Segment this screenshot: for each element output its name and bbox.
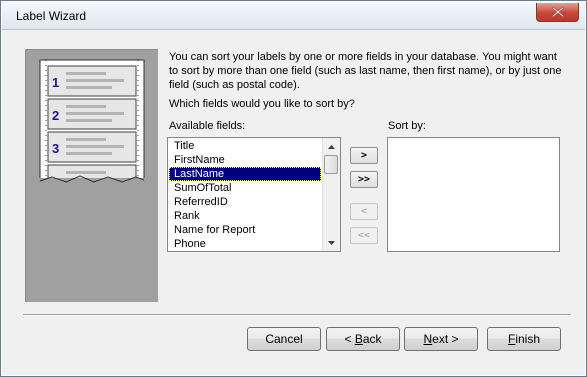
list-item[interactable]: Rank — [169, 209, 321, 223]
wizard-description: You can sort your labels by one or more … — [169, 51, 562, 91]
cancel-button[interactable]: Cancel — [247, 327, 321, 351]
list-item[interactable]: Title — [169, 139, 321, 153]
finish-button[interactable]: Finish — [487, 327, 561, 351]
window-title: Label Wizard — [16, 9, 87, 23]
list-item[interactable]: Phone — [169, 237, 321, 251]
label-wizard-window: Label Wizard 1 2 3 You can sort your lab… — [0, 0, 587, 377]
list-item-selected[interactable]: LastName — [169, 167, 321, 181]
sort-question: Which fields would you like to sort by? — [169, 98, 355, 110]
sort-by-list[interactable] — [387, 137, 560, 252]
list-item[interactable]: FirstName — [169, 153, 321, 167]
close-button[interactable] — [536, 3, 579, 22]
next-button[interactable]: Next > — [404, 327, 478, 351]
back-button-label: < Back — [344, 332, 382, 346]
close-icon — [551, 7, 564, 17]
available-fields-list[interactable]: Title FirstName LastName SumOfTotal Refe… — [167, 137, 341, 252]
arrow-down-icon — [328, 240, 335, 245]
label-number-2: 2 — [52, 108, 59, 123]
list-item[interactable]: ReferredID — [169, 195, 321, 209]
cancel-button-label: Cancel — [265, 332, 303, 346]
scroll-up-button[interactable] — [323, 138, 340, 155]
scroll-down-button[interactable] — [323, 234, 340, 251]
finish-button-label: Finish — [507, 332, 541, 346]
vertical-scrollbar[interactable] — [322, 138, 340, 251]
remove-all-fields-button[interactable]: << — [350, 227, 378, 244]
arrow-up-icon — [328, 144, 335, 149]
add-field-button[interactable]: > — [350, 147, 378, 164]
footer-divider — [23, 314, 571, 316]
back-button[interactable]: < Back — [326, 327, 400, 351]
label-number-3: 3 — [52, 141, 59, 156]
add-all-fields-button[interactable]: >> — [350, 171, 378, 188]
list-item[interactable]: SumOfTotal — [169, 181, 321, 195]
scroll-thumb[interactable] — [324, 155, 338, 174]
title-bar[interactable]: Label Wizard — [2, 2, 585, 30]
label-sheet-illustration: 1 2 3 — [25, 49, 158, 302]
remove-field-button[interactable]: < — [350, 203, 378, 220]
available-fields-label: Available fields: — [169, 120, 246, 132]
next-button-label: Next > — [423, 332, 459, 346]
sort-by-label: Sort by: — [388, 120, 426, 132]
list-item[interactable]: Name for Report — [169, 223, 321, 237]
label-number-1: 1 — [52, 75, 59, 90]
